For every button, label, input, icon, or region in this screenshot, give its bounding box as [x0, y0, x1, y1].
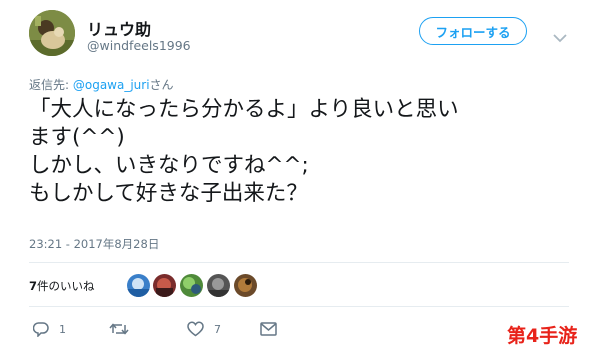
retweet-button[interactable] — [109, 318, 139, 340]
tweet-timestamp[interactable]: 23:21 - 2017年8月28日 — [29, 236, 159, 252]
heart-icon — [187, 321, 204, 337]
site-watermark: 第4手游 — [507, 325, 578, 347]
likes-count-number: 7 — [29, 279, 38, 293]
tweet-text: 「大人になったら分かるよ」より良いと思い ます(^^) しかし、いきなりですね^… — [29, 96, 569, 208]
reply-to-line: 返信先: @ogawa_juriさん — [29, 76, 174, 93]
liker-avatar[interactable] — [207, 274, 230, 297]
like-count: 7 — [214, 322, 221, 336]
tweet-actions: 1 7 — [29, 318, 329, 340]
direct-message-button[interactable] — [260, 318, 277, 340]
tweet-header: リュウ助 @windfeels1996 フォローする — [29, 10, 569, 60]
like-button[interactable]: 7 — [187, 318, 221, 340]
reply-to-suffix: さん — [149, 78, 174, 92]
reply-count: 1 — [59, 322, 66, 336]
divider — [29, 262, 569, 263]
reply-to-prefix: 返信先: — [29, 78, 73, 92]
likes-count-link[interactable]: 7件のいいね — [29, 278, 95, 294]
liker-avatar[interactable] — [180, 274, 203, 297]
reply-button[interactable]: 1 — [33, 318, 66, 340]
tweet-text-line: しかし、いきなりですね^^; — [29, 153, 309, 178]
follow-button[interactable]: フォローする — [419, 17, 527, 45]
liker-avatar[interactable] — [153, 274, 176, 297]
more-options-chevron-down-icon[interactable] — [553, 28, 567, 47]
liker-avatar[interactable] — [127, 274, 150, 297]
reply-icon — [33, 322, 49, 337]
user-handle[interactable]: @windfeels1996 — [87, 38, 191, 53]
user-avatar[interactable] — [29, 10, 75, 56]
likes-row: 7件のいいね — [29, 272, 569, 300]
tweet-text-line: もしかして好きな子出来た？ — [29, 181, 308, 206]
likes-count-label: 件のいいね — [37, 279, 95, 293]
divider — [29, 306, 569, 307]
liker-avatar[interactable] — [234, 274, 257, 297]
tweet-text-line: ます(^^) — [29, 125, 125, 150]
reply-to-mention-link[interactable]: @ogawa_juri — [73, 78, 150, 92]
retweet-icon — [109, 323, 129, 335]
user-display-name[interactable]: リュウ助 — [87, 16, 151, 40]
tweet-text-line: 「大人になったら分かるよ」より良いと思い — [29, 97, 459, 122]
envelope-icon — [260, 322, 277, 336]
